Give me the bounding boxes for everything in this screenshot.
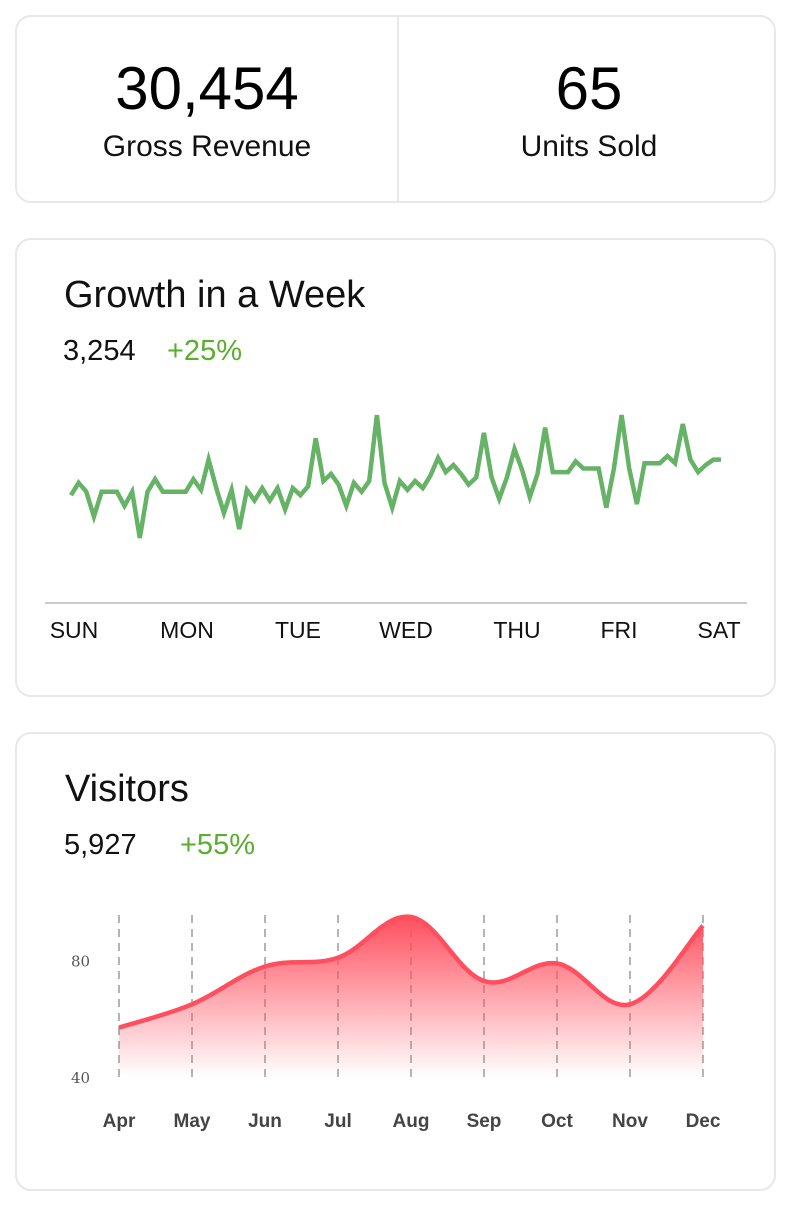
- growth-chart: SUN MON TUE WED THU FRI SAT: [45, 414, 747, 643]
- stats-card: 30,454 Gross Revenue 65 Units Sold: [15, 15, 776, 203]
- x-tick-label: Nov: [612, 1111, 648, 1132]
- x-tick-label: Dec: [686, 1111, 721, 1132]
- x-tick-label: Aug: [393, 1111, 430, 1132]
- x-tick-label: May: [174, 1111, 211, 1132]
- gross-revenue-stat: 30,454 Gross Revenue: [17, 17, 397, 201]
- gross-revenue-value: 30,454: [115, 55, 299, 122]
- x-tick-label: THU: [493, 617, 540, 643]
- x-tick-label: MON: [160, 617, 214, 643]
- growth-series-line: [69, 414, 721, 539]
- units-sold-stat: 65 Units Sold: [399, 17, 779, 201]
- x-tick-label: WED: [379, 617, 433, 643]
- x-tick-label: Oct: [541, 1111, 573, 1132]
- units-sold-value: 65: [555, 55, 623, 122]
- x-tick-label: SAT: [697, 617, 740, 643]
- growth-card: Growth in a Week 3,254 +25% SUN MON TUE WED…: [15, 238, 776, 697]
- y-tick-label: 40: [71, 1069, 90, 1087]
- x-tick-label: Sep: [467, 1111, 502, 1132]
- x-tick-label: Apr: [103, 1111, 136, 1132]
- x-tick-label: SUN: [50, 617, 99, 643]
- x-tick-label: TUE: [275, 617, 321, 643]
- gross-revenue-label: Gross Revenue: [102, 130, 312, 163]
- x-tick-label: Jun: [248, 1111, 282, 1132]
- units-sold-label: Units Sold: [520, 130, 658, 163]
- y-tick-label: 80: [71, 953, 90, 971]
- visitors-card: Visitors 5,927 +55% 40 80 Apr May Jun Jul Aug S…: [15, 732, 776, 1191]
- x-tick-label: Jul: [324, 1111, 351, 1132]
- x-tick-label: FRI: [600, 617, 637, 643]
- visitors-chart: 40 80 Apr May Jun Jul Aug Sep Oct Nov Dec: [71, 914, 721, 1132]
